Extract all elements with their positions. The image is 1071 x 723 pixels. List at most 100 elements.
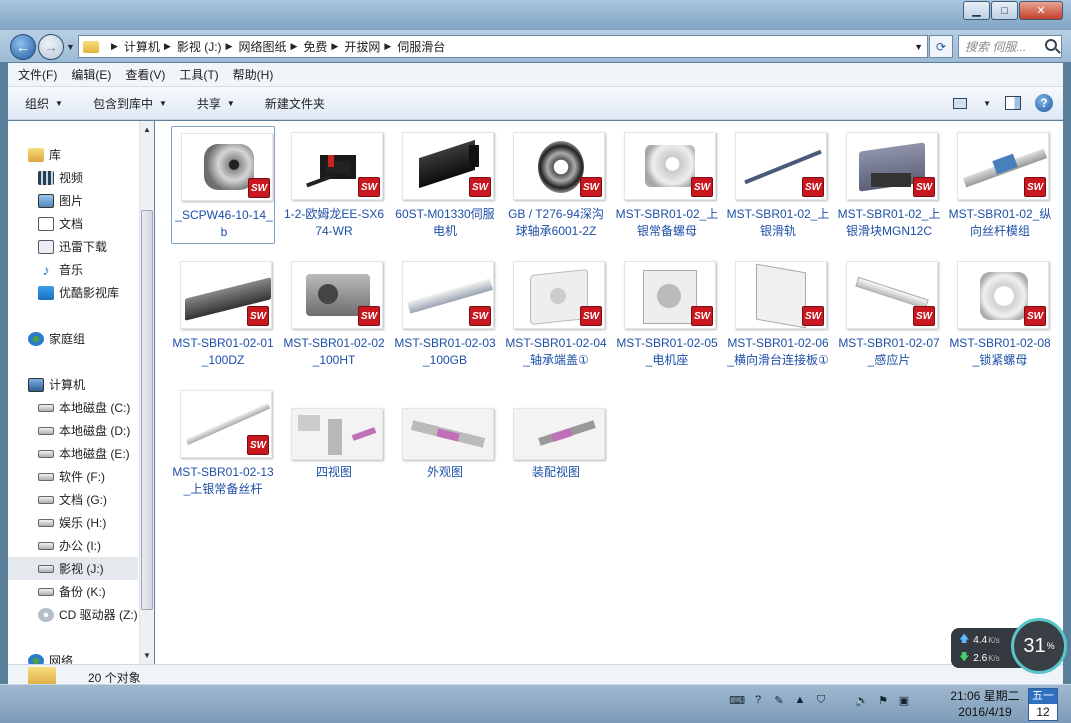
nav-drive-item[interactable]: 文档 (G:) <box>8 488 107 511</box>
file-item[interactable]: SW MST-SBR01-02-08_锁紧螺母 <box>948 255 1052 373</box>
breadcrumb-separator-icon[interactable]: ▶ <box>164 41 171 52</box>
music-icon: ♪ <box>42 261 50 278</box>
nav-library-item[interactable]: 图片 <box>8 189 83 212</box>
nav-library-item[interactable]: 视频 <box>8 166 83 189</box>
help-tray-icon[interactable]: ? <box>751 693 765 707</box>
network-icon[interactable]: ▣ <box>897 693 911 707</box>
view-options-chevron-icon[interactable]: ▼ <box>983 99 991 108</box>
file-item[interactable]: SW MST-SBR01-02_上银常备螺母 <box>615 126 719 244</box>
nav-drive-item[interactable]: 软件 (F:) <box>8 465 105 488</box>
clock[interactable]: 21:06 星期二 2016/4/19 <box>944 688 1026 720</box>
memory-usage-ring[interactable]: 31% <box>1011 618 1067 674</box>
nav-computer[interactable]: 计算机 <box>8 373 85 396</box>
file-item[interactable]: 外观图 <box>393 384 497 502</box>
view-icon[interactable] <box>953 97 968 109</box>
close-button[interactable]: ✕ <box>1019 1 1063 20</box>
scroll-thumb[interactable] <box>141 210 153 610</box>
nav-scrollbar[interactable]: ▲ ▼ <box>139 121 154 664</box>
help-icon[interactable]: ? <box>1035 94 1053 112</box>
nav-libraries[interactable]: 库 <box>8 143 61 166</box>
forward-button[interactable]: → <box>38 34 64 60</box>
back-button[interactable]: ← <box>10 34 36 60</box>
volume-icon[interactable]: 🔈 <box>855 693 869 707</box>
file-item[interactable]: SW MST-SBR01-02_上银滑块MGN12C <box>837 126 941 244</box>
clock-time: 21:06 星期二 <box>950 689 1020 703</box>
nav-library-item[interactable]: 迅雷下载 <box>8 235 107 258</box>
file-item[interactable]: SW MST-SBR01-02-06_横向滑台连接板① <box>726 255 830 373</box>
nav-drive-item[interactable]: 本地磁盘 (C:) <box>8 396 130 419</box>
menu-item[interactable]: 工具(T) <box>179 66 218 83</box>
thumbnail-shape <box>992 153 1018 175</box>
file-item[interactable]: SW MST-SBR01-02-01_100DZ <box>171 255 275 373</box>
recent-pages-dropdown[interactable]: ▼ <box>66 42 75 52</box>
breadcrumb-item[interactable]: 计算机 <box>124 38 160 55</box>
calendar-widget[interactable]: 五一 12 <box>1028 688 1058 721</box>
file-item[interactable]: SW 60ST-M01330伺服电机 <box>393 126 497 244</box>
search-input[interactable]: 搜索 伺服... <box>958 35 1062 58</box>
breadcrumb-separator-icon[interactable]: ▶ <box>290 41 297 52</box>
network-icon <box>28 653 44 664</box>
search-icon[interactable] <box>1045 39 1057 51</box>
file-item[interactable]: SW MST-SBR01-02-05_电机座 <box>615 255 719 373</box>
nav-drive-item[interactable]: 影视 (J:) <box>8 557 138 580</box>
nav-library-item[interactable]: ♪ 音乐 <box>8 258 84 281</box>
file-item[interactable]: SW MST-SBR01-02-07_感应片 <box>837 255 941 373</box>
organize-button[interactable]: 组织 ▼ <box>25 95 63 112</box>
scroll-up-icon[interactable]: ▲ <box>143 125 151 134</box>
nav-computer-label: 计算机 <box>49 378 86 392</box>
maximize-button[interactable]: □ <box>991 1 1018 20</box>
nav-drive-item-label: CD 驱动器 (Z:) <box>59 608 138 622</box>
new-folder-button[interactable]: 新建文件夹 <box>265 95 325 112</box>
menu-item[interactable]: 查看(V) <box>125 66 165 83</box>
nav-drive-item[interactable]: 备份 (K:) <box>8 580 106 603</box>
menu-item[interactable]: 编辑(E) <box>71 66 111 83</box>
minimize-button[interactable]: ▁ <box>963 1 990 20</box>
include-in-library-button[interactable]: 包含到库中 ▼ <box>93 95 167 112</box>
file-item[interactable]: SW MST-SBR01-02-04_轴承端盖① <box>504 255 608 373</box>
network-speed-widget[interactable]: 🡅 4.4 K/s 🡇 2.6 K/s 31% <box>951 618 1067 674</box>
menu-item[interactable]: 文件(F) <box>18 66 57 83</box>
breadcrumb-item[interactable]: 伺服滑台 <box>397 38 445 55</box>
nav-drive-item[interactable]: 娱乐 (H:) <box>8 511 106 534</box>
file-item[interactable]: SW MST-SBR01-02_上银滑轨 <box>726 126 830 244</box>
file-name: MST-SBR01-02-07_感应片 <box>838 336 940 367</box>
show-hidden-icon[interactable]: ▲ <box>793 693 807 707</box>
nav-drive-item[interactable]: 本地磁盘 (E:) <box>8 442 130 465</box>
file-item[interactable]: SW MST-SBR01-02-13_上银常备丝杆 <box>171 384 275 502</box>
nav-drive-item[interactable]: CD 驱动器 (Z:) <box>8 603 138 626</box>
keyboard-icon[interactable]: ⌨ <box>729 693 745 707</box>
scroll-down-icon[interactable]: ▼ <box>143 651 151 660</box>
address-history-chevron-icon[interactable]: ▼ <box>914 42 923 52</box>
breadcrumb-item[interactable]: 开拔网 <box>344 38 380 55</box>
share-button[interactable]: 共享 ▼ <box>197 95 235 112</box>
file-item[interactable]: SW MST-SBR01-02_纵向丝杆模组 <box>948 126 1052 244</box>
breadcrumb-separator-icon[interactable]: ▶ <box>226 41 233 52</box>
action-center-flag-icon[interactable]: ⚑ <box>876 693 890 707</box>
nav-homegroup[interactable]: 家庭组 <box>8 327 85 350</box>
security-shield-icon[interactable]: ⛉ <box>814 693 828 707</box>
file-item[interactable]: SW GB / T276-94深沟球轴承6001-2Z <box>504 126 608 244</box>
breadcrumb-separator-icon[interactable]: ▶ <box>331 41 338 52</box>
file-item[interactable]: SW MST-SBR01-02-03_100GB <box>393 255 497 373</box>
breadcrumb-item[interactable]: 影视 (J:) <box>177 38 222 55</box>
command-bar: 组织 ▼ 包含到库中 ▼ 共享 ▼ 新建文件夹 ▼ ? <box>8 87 1063 120</box>
nav-drive-item[interactable]: 办公 (I:) <box>8 534 101 557</box>
file-item[interactable]: 装配视图 <box>504 384 608 502</box>
preview-pane-icon[interactable] <box>1005 96 1021 110</box>
breadcrumb-item[interactable]: 网络图纸 <box>238 38 286 55</box>
breadcrumb-separator-icon[interactable]: ▶ <box>111 41 118 52</box>
breadcrumb-separator-icon[interactable]: ▶ <box>384 41 391 52</box>
refresh-button[interactable]: ⟳ <box>929 35 953 58</box>
breadcrumb-item[interactable]: 免费 <box>303 38 327 55</box>
file-item[interactable]: SW _SCPW46-10-14_b <box>171 126 275 244</box>
address-bar[interactable]: ▶ 计算机 ▶ 影视 (J:) ▶ 网络图纸 ▶ 免费 ▶ 开拔网 ▶ 伺服滑台 ▼ <box>78 35 928 58</box>
nav-library-item[interactable]: 优酷影视库 <box>8 281 119 304</box>
nav-drive-item[interactable]: 本地磁盘 (D:) <box>8 419 130 442</box>
input-method-icon[interactable]: ✎ <box>772 693 786 707</box>
nav-network[interactable]: 网络 <box>8 649 73 664</box>
file-item[interactable]: 四视图 <box>282 384 386 502</box>
file-item[interactable]: SW 1-2-欧姆龙EE-SX674-WR <box>282 126 386 244</box>
menu-item[interactable]: 帮助(H) <box>233 66 274 83</box>
nav-library-item[interactable]: 文档 <box>8 212 83 235</box>
file-item[interactable]: SW MST-SBR01-02-02_100HT <box>282 255 386 373</box>
